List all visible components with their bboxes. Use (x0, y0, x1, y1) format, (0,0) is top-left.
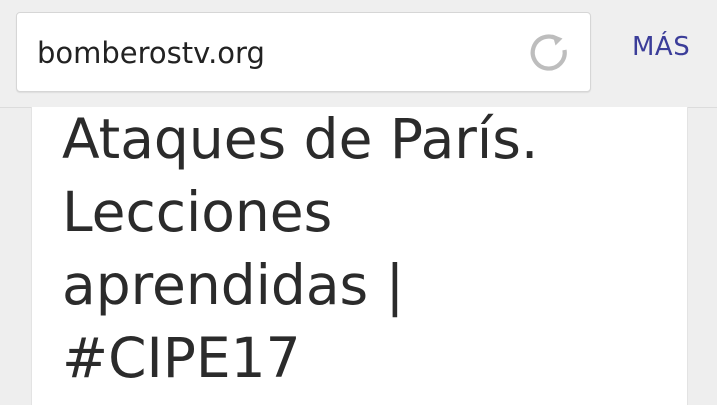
article-title: Ataques de París. Lecciones aprendidas |… (62, 107, 682, 395)
title-line: aprendidas | (62, 253, 405, 317)
title-line: #CIPE17 (62, 326, 301, 390)
title-line: Ataques de París. (62, 107, 539, 171)
more-button[interactable]: MÁS (632, 32, 690, 62)
address-bar[interactable]: bomberostv.org (16, 12, 591, 92)
reload-icon[interactable] (527, 31, 571, 75)
browser-toolbar: bomberostv.org MÁS (0, 0, 717, 108)
web-page-content: Ataques de París. Lecciones aprendidas |… (31, 107, 688, 405)
title-line: Lecciones (62, 180, 333, 244)
url-text[interactable]: bomberostv.org (37, 33, 265, 73)
